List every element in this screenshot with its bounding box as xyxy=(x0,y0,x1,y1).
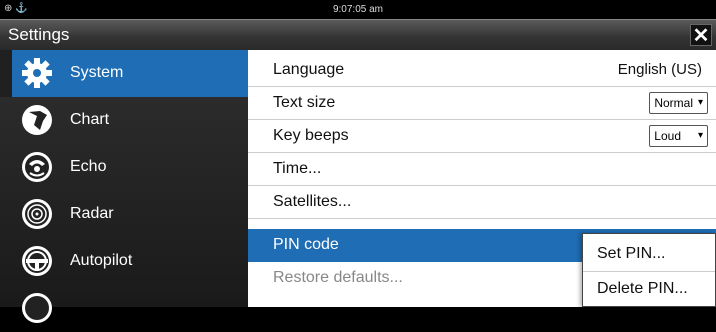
menu-item-label: Delete PIN... xyxy=(597,280,688,297)
menu-item-set-pin[interactable]: Set PIN... xyxy=(583,237,715,272)
sidebar-item-chart[interactable]: Chart xyxy=(0,97,248,144)
sidebar-item-autopilot[interactable]: Autopilot xyxy=(0,238,248,285)
setting-row-satellites[interactable]: Satellites... xyxy=(248,186,716,219)
chevron-down-icon: ▾ xyxy=(697,97,703,108)
dropdown-value: Normal xyxy=(654,96,693,110)
sidebar-item-label: System xyxy=(70,64,124,81)
setting-row-key-beeps[interactable]: Key beeps Loud ▾ xyxy=(248,120,716,153)
radar-icon xyxy=(22,199,52,229)
sidebar-item-system[interactable]: System xyxy=(0,50,248,97)
settings-icon xyxy=(22,293,52,323)
setting-label: Time... xyxy=(273,160,322,177)
dropdown-value: Loud xyxy=(654,129,681,143)
setting-label: PIN code xyxy=(273,236,339,253)
text-size-dropdown[interactable]: Normal ▾ xyxy=(649,92,708,114)
sidebar-item-label: Echo xyxy=(70,158,107,175)
setting-row-time[interactable]: Time... xyxy=(248,153,716,186)
sidebar-item-label: Chart xyxy=(70,111,110,128)
key-beeps-dropdown[interactable]: Loud ▾ xyxy=(649,125,708,147)
chevron-down-icon: ▾ xyxy=(697,130,703,141)
autopilot-icon xyxy=(22,246,52,276)
sidebar-item-radar[interactable]: Radar xyxy=(0,191,248,238)
page-title: Settings xyxy=(8,25,70,44)
menu-item-label: Set PIN... xyxy=(597,245,666,262)
menu-item-delete-pin[interactable]: Delete PIN... xyxy=(583,272,715,307)
setting-label: Language xyxy=(273,61,345,78)
setting-row-language[interactable]: Language English (US) xyxy=(248,54,716,87)
sidebar-item-label: Autopilot xyxy=(70,252,133,269)
title-bar: Settings ✕ xyxy=(0,19,716,50)
setting-label: Restore defaults... xyxy=(273,269,403,286)
setting-row-text-size[interactable]: Text size Normal ▾ xyxy=(248,87,716,120)
gear-icon xyxy=(22,58,52,88)
status-bar: ⊕ ⚓ 9:07:05 am xyxy=(0,0,716,19)
setting-label: Key beeps xyxy=(273,127,349,144)
language-value: English (US) xyxy=(617,61,702,78)
sidebar-item-partial xyxy=(0,285,248,332)
pin-code-menu: Set PIN... Delete PIN... xyxy=(582,233,716,307)
setting-label: Text size xyxy=(273,94,336,111)
sidebar-item-label: Radar xyxy=(70,205,114,222)
close-button[interactable]: ✕ xyxy=(690,24,712,47)
setting-label: Satellites... xyxy=(273,193,352,210)
chart-icon xyxy=(22,105,52,135)
echo-icon xyxy=(22,152,52,182)
status-time: 9:07:05 am xyxy=(332,4,384,15)
close-icon: ✕ xyxy=(692,25,710,47)
sidebar-item-echo[interactable]: Echo xyxy=(0,144,248,191)
sidebar: System Chart Echo Radar Autopilot xyxy=(0,50,248,323)
